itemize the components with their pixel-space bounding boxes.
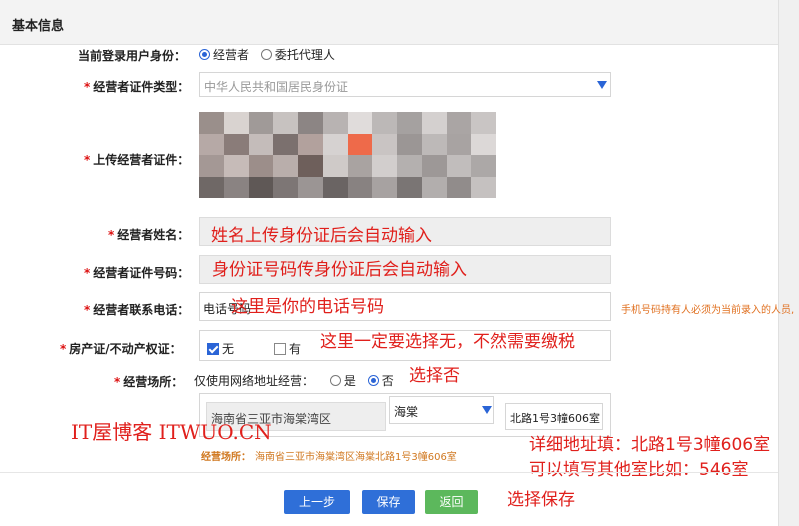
identity-option-agent: 委托代理人 [274, 48, 335, 62]
save-button[interactable]: 保存 [362, 490, 415, 514]
checkbox-empty-icon[interactable] [274, 342, 286, 355]
annotation-save: 选择保存 [507, 490, 575, 510]
identity-radio-agent[interactable] [260, 49, 272, 60]
phone-label: * 经营者联系电话： [84, 303, 190, 317]
cert-number-label: * 经营者证件号码： [84, 266, 190, 280]
phone-hint: 手机号码持有人必须为当前录入的人员, [621, 305, 795, 316]
online-radio-yes[interactable] [329, 375, 341, 386]
required-mark: * [84, 80, 91, 94]
annotation-name: 姓名上传身份证后会自动输入 [211, 226, 432, 246]
cert-type-select[interactable]: 中华人民共和国居民身份证 [199, 72, 611, 97]
watermark: IT屋博客 ITWUO.CN [71, 420, 272, 444]
annotation-address-2: 可以填写其他室比如：546室 [529, 460, 749, 480]
venue-summary: 经营场所： 海南省三亚市海棠湾区海棠北路1号3幢606室 [201, 452, 457, 463]
chevron-down-icon [482, 406, 492, 414]
cert-type-value: 中华人民共和国居民身份证 [204, 80, 349, 94]
upload-label: * 上传经营者证件： [84, 153, 190, 167]
section-header [0, 0, 778, 45]
property-option-have[interactable]: 有 [274, 340, 301, 357]
annotation-phone: 这里是你的电话号码 [231, 297, 384, 317]
annotation-online: 选择否 [409, 366, 460, 386]
detail-address-input[interactable]: 北路1号3幢606室 [505, 403, 603, 430]
identity-option-operator: 经营者 [213, 48, 250, 62]
checkbox-checked-icon[interactable] [207, 342, 219, 355]
back-button[interactable]: 返回 [425, 490, 478, 514]
identity-radio-operator[interactable] [199, 49, 210, 60]
name-label: * 经营者姓名： [108, 228, 190, 242]
uploaded-id-image[interactable] [199, 112, 496, 198]
divider [0, 472, 778, 473]
online-radio-no[interactable] [367, 375, 379, 386]
property-option-none[interactable]: 无 [207, 340, 234, 357]
annotation-address-1: 详细地址填：北路1号3幢606室 [529, 435, 771, 455]
property-label: * 房产证/不动产权证： [60, 342, 182, 356]
annotation-property: 这里一定要选择无，不然需要缴税 [320, 332, 575, 352]
section-title: 基本信息 [12, 19, 65, 34]
online-only-group: 仅使用网络地址经营： 是 否 [194, 374, 394, 388]
annotation-id-number: 身份证号码传身份证后会自动输入 [212, 260, 467, 280]
cert-type-label: * 经营者证件类型： [84, 80, 190, 94]
identity-radio-group: 经营者 委托代理人 [199, 46, 335, 63]
venue-label: * 经营场所： [114, 375, 184, 389]
vertical-scrollbar[interactable] [778, 0, 799, 526]
town-select[interactable]: 海棠 [389, 396, 494, 424]
online-only-label: 仅使用网络地址经营： [194, 374, 315, 388]
prev-step-button[interactable]: 上一步 [284, 490, 350, 514]
identity-label: 当前登录用户身份： [78, 49, 187, 63]
chevron-down-icon [597, 81, 607, 89]
